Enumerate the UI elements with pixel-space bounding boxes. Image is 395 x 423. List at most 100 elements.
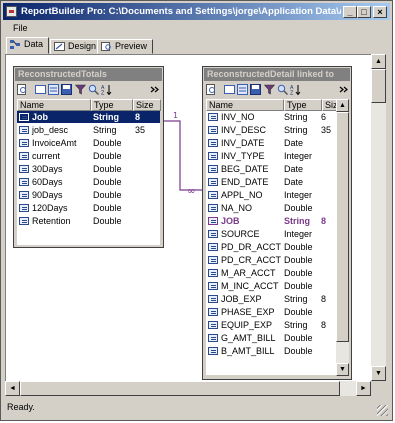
sort-icon[interactable]: AZ [290, 84, 301, 95]
field-icon [19, 178, 29, 186]
field-name: INV_DESC [221, 125, 267, 135]
chevron-more-icon[interactable] [338, 84, 349, 95]
field-row[interactable]: INV_TYPE Integer [206, 150, 336, 162]
field-icon [208, 230, 218, 238]
field-row[interactable]: M_AR_ACCT Double [206, 267, 336, 279]
field-row[interactable]: NA_NO Double [206, 202, 336, 214]
column-header-type[interactable]: Type [91, 99, 133, 111]
field-row[interactable]: EQUIP_EXP String 8 [206, 319, 336, 331]
scroll-down-icon[interactable]: ▼ [371, 366, 386, 381]
column-header-name[interactable]: Name [17, 99, 91, 111]
field-row[interactable]: JOB_EXP String 8 [206, 293, 336, 305]
table-icon[interactable] [35, 84, 46, 95]
field-row[interactable]: 120Days Double [17, 202, 160, 214]
field-row[interactable]: APPL_NO Integer [206, 189, 336, 201]
field-row[interactable]: PHASE_EXP Double [206, 306, 336, 318]
field-icon [208, 191, 218, 199]
scroll-right-icon[interactable]: ► [356, 381, 371, 396]
save-icon[interactable] [250, 84, 261, 95]
search-icon[interactable] [17, 84, 28, 95]
search-icon[interactable] [206, 84, 217, 95]
field-row[interactable]: current Double [17, 150, 160, 162]
field-row[interactable]: Retention Double [17, 215, 160, 227]
close-button[interactable]: × [373, 6, 387, 18]
tab-preview[interactable]: Preview [97, 39, 154, 54]
field-row[interactable]: 90Days Double [17, 189, 160, 201]
field-row[interactable]: INV_DATE Date [206, 137, 336, 149]
data-workspace[interactable]: 1 ∞ ReconstructedTotals AZ Name Type Siz… [5, 54, 373, 383]
workspace-vertical-scrollbar[interactable]: ▲ ▼ [371, 54, 386, 381]
field-icon [208, 295, 218, 303]
field-row[interactable]: SOURCE Integer [206, 228, 336, 240]
field-name: JOB [221, 216, 240, 226]
filter-icon[interactable] [75, 84, 86, 95]
detail-field-list[interactable]: INV_NO String 6 INV_DESC String 35 INV_DATE Dat… [206, 111, 336, 375]
fields-icon[interactable] [237, 84, 248, 95]
scroll-up-icon[interactable]: ▲ [371, 54, 386, 69]
field-type: Date [284, 177, 304, 187]
field-row[interactable]: 60Days Double [17, 176, 160, 188]
field-type: String [284, 125, 308, 135]
field-row[interactable]: END_DATE Date [206, 176, 336, 188]
vertical-scroll-thumb[interactable] [371, 69, 386, 103]
field-row[interactable]: Job String 8 [17, 111, 160, 123]
menu-file[interactable]: File [13, 21, 28, 35]
magnifier-icon[interactable] [277, 84, 288, 95]
field-row[interactable]: INV_NO String 6 [206, 111, 336, 123]
field-row[interactable]: JOB String 8 [206, 215, 336, 227]
field-row[interactable]: InvoiceAmt Double [17, 137, 160, 149]
field-name: 120Days [32, 203, 68, 213]
field-type: Integer [284, 151, 313, 161]
column-header-size[interactable]: Size [133, 99, 161, 111]
field-icon [19, 165, 29, 173]
detail-panel[interactable]: ReconstructedDetail linked to AZ Name Ty… [202, 66, 352, 380]
field-type: String [284, 294, 308, 304]
maximize-button[interactable]: □ [357, 6, 371, 18]
field-row[interactable]: 30Days Double [17, 163, 160, 175]
field-type: Date [284, 138, 304, 148]
detail-header: Name Type Siz [206, 99, 339, 111]
detail-scroll-down-icon[interactable]: ▼ [336, 363, 349, 376]
field-row[interactable]: G_AMT_BILL Double [206, 332, 336, 344]
field-row[interactable]: M_INC_ACCT Double [206, 280, 336, 292]
detail-scroll-up-icon[interactable]: ▲ [336, 99, 349, 112]
tab-data[interactable]: Data [6, 37, 50, 54]
magnifier-icon[interactable] [88, 84, 99, 95]
title-bar[interactable]: ReportBuilder Pro: C:\Documents and Sett… [3, 3, 390, 20]
resize-grip-icon[interactable] [377, 405, 388, 416]
field-icon [208, 178, 218, 186]
field-icon [208, 217, 218, 225]
minimize-button[interactable]: _ [343, 6, 357, 18]
save-icon[interactable] [61, 84, 72, 95]
column-header-type[interactable]: Type [284, 99, 322, 111]
table-icon[interactable] [224, 84, 235, 95]
sort-icon[interactable]: AZ [101, 84, 112, 95]
workspace-horizontal-scrollbar[interactable]: ◄ ► [5, 381, 371, 396]
totals-panel[interactable]: ReconstructedTotals AZ Name Type Size Jo… [13, 66, 164, 248]
field-row[interactable]: BEG_DATE Date [206, 163, 336, 175]
field-row[interactable]: B_AMT_BILL Double [206, 345, 336, 357]
field-type: String [284, 112, 308, 122]
detail-scroll-thumb[interactable] [336, 112, 349, 342]
detail-vertical-scrollbar[interactable]: ▲ ▼ [336, 99, 349, 376]
field-name: EQUIP_EXP [221, 320, 273, 330]
column-header-name[interactable]: Name [206, 99, 284, 111]
totals-toolbar: AZ [15, 82, 162, 98]
totals-panel-title[interactable]: ReconstructedTotals [15, 68, 162, 81]
scroll-left-icon[interactable]: ◄ [5, 381, 20, 396]
filter-icon[interactable] [264, 84, 275, 95]
fields-icon[interactable] [48, 84, 59, 95]
chevron-more-icon[interactable] [149, 84, 160, 95]
detail-panel-title[interactable]: ReconstructedDetail linked to [204, 68, 350, 81]
totals-field-list[interactable]: Job String 8 job_desc String 35 InvoiceAmt Doub… [17, 111, 160, 245]
tab-design[interactable]: Design [50, 39, 103, 54]
field-row[interactable]: PD_CR_ACCT Double [206, 254, 336, 266]
field-row[interactable]: job_desc String 35 [17, 124, 160, 136]
field-type: Double [93, 177, 122, 187]
field-row[interactable]: PD_DR_ACCT Double [206, 241, 336, 253]
field-name: JOB_EXP [221, 294, 262, 304]
field-icon [208, 113, 218, 121]
field-name: INV_NO [221, 112, 255, 122]
field-row[interactable]: INV_DESC String 35 [206, 124, 336, 136]
horizontal-scroll-thumb[interactable] [20, 381, 340, 396]
